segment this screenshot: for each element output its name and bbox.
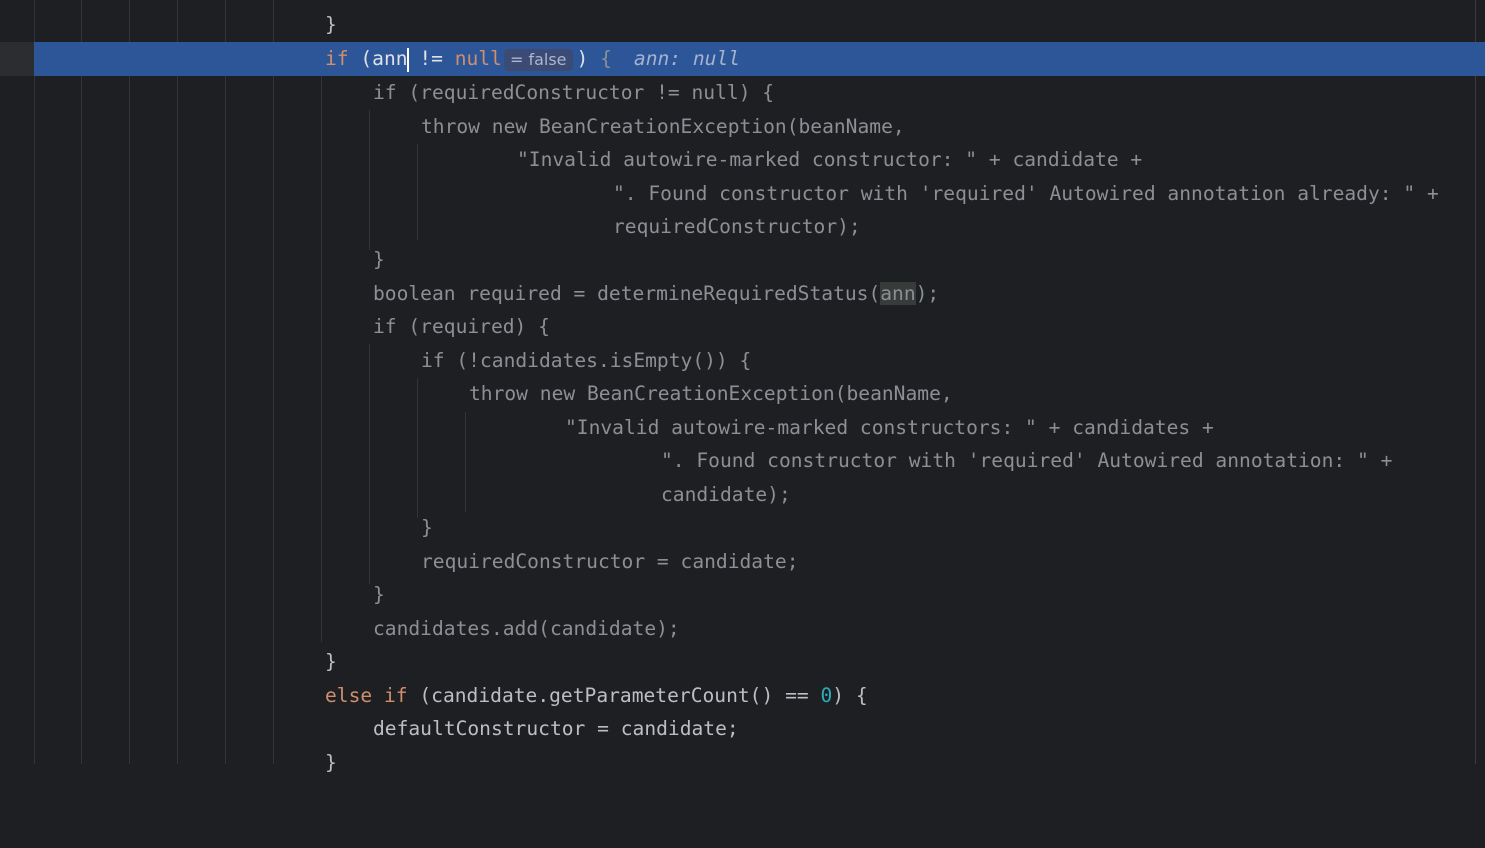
code-text: if (!candidates.isEmpty()) {	[421, 349, 752, 372]
code-text: candidate);	[661, 483, 791, 506]
code-text: if (required) {	[373, 315, 550, 338]
inline-debug-value[interactable]: ann: null	[634, 47, 740, 70]
code-line[interactable]: if (required) {	[0, 310, 1485, 344]
code-text: else if (candidate.getParameterCount() =…	[325, 684, 868, 707]
code-editor[interactable]: } if (ann != null = false) {ann: null if …	[0, 0, 1485, 774]
code-text: if (ann != null = false) {ann: null	[325, 47, 741, 72]
code-text: candidates.add(candidate);	[373, 617, 680, 640]
code-text: requiredConstructor);	[613, 215, 861, 238]
code-text: throw new BeanCreationException(beanName…	[421, 115, 905, 138]
code-text: }	[325, 751, 337, 774]
code-line[interactable]: "Invalid autowire-marked constructor: " …	[0, 143, 1485, 177]
code-text: ". Found constructor with 'required' Aut…	[661, 449, 1393, 472]
inlay-value-hint[interactable]: = false	[503, 48, 573, 71]
code-line[interactable]: ". Found constructor with 'required' Aut…	[0, 177, 1485, 211]
code-text: ". Found constructor with 'required' Aut…	[613, 182, 1439, 205]
code-line[interactable]: requiredConstructor = candidate;	[0, 545, 1485, 579]
code-text: defaultConstructor = candidate;	[373, 717, 739, 740]
execution-point-line[interactable]: if (ann != null = false) {ann: null	[0, 42, 1485, 76]
code-text: }	[325, 650, 337, 673]
code-line[interactable]: requiredConstructor);	[0, 210, 1485, 244]
code-line[interactable]: }	[0, 8, 1485, 42]
code-text: }	[373, 248, 385, 271]
text-caret	[406, 47, 409, 72]
code-line[interactable]: }	[0, 243, 1485, 277]
code-line[interactable]: }	[0, 511, 1485, 545]
code-line[interactable]: }	[0, 746, 1485, 780]
code-line[interactable]: }	[0, 645, 1485, 679]
code-line[interactable]: candidates.add(candidate);	[0, 612, 1485, 646]
code-line[interactable]: candidate);	[0, 478, 1485, 512]
code-text: if (requiredConstructor != null) {	[373, 81, 775, 104]
code-text: throw new BeanCreationException(beanName…	[469, 382, 953, 405]
code-line[interactable]: defaultConstructor = candidate;	[0, 712, 1485, 746]
code-text: }	[373, 583, 385, 606]
code-line[interactable]: "Invalid autowire-marked constructors: "…	[0, 411, 1485, 445]
code-line[interactable]: boolean required = determineRequiredStat…	[0, 277, 1485, 311]
code-line[interactable]: ". Found constructor with 'required' Aut…	[0, 444, 1485, 478]
code-line[interactable]: throw new BeanCreationException(beanName…	[0, 377, 1485, 411]
code-line[interactable]: if (requiredConstructor != null) {	[0, 76, 1485, 110]
code-text: "Invalid autowire-marked constructors: "…	[565, 416, 1214, 439]
code-line[interactable]: throw new BeanCreationException(beanName…	[0, 110, 1485, 144]
gutter-marker	[0, 42, 34, 76]
code-text: }	[421, 516, 433, 539]
code-text: requiredConstructor = candidate;	[421, 550, 799, 573]
code-line[interactable]: if (!candidates.isEmpty()) {	[0, 344, 1485, 378]
code-text: }	[325, 13, 337, 36]
code-line[interactable]: }	[0, 578, 1485, 612]
code-text: "Invalid autowire-marked constructor: " …	[517, 148, 1143, 171]
code-text: boolean required = determineRequiredStat…	[373, 282, 940, 305]
code-line[interactable]: else if (candidate.getParameterCount() =…	[0, 679, 1485, 713]
